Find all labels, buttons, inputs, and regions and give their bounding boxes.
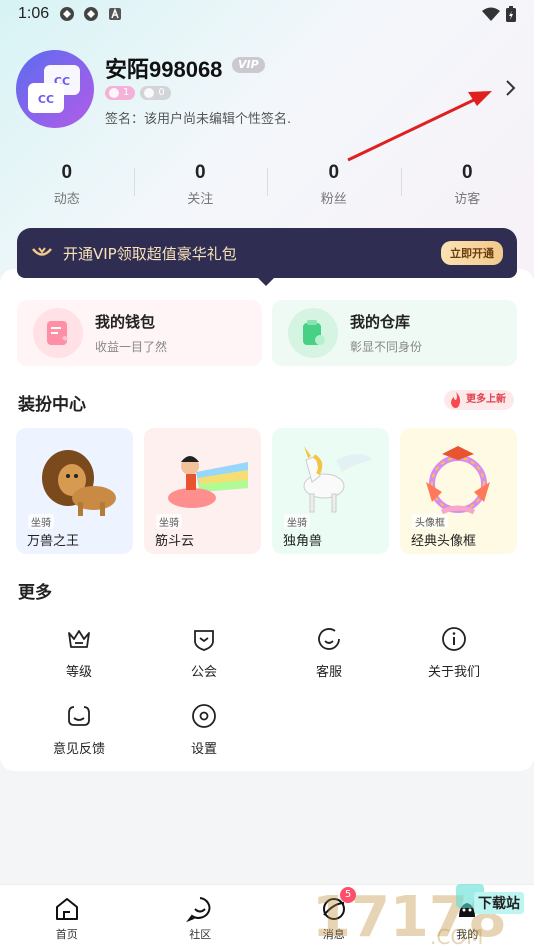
warehouse-subtitle: 彰显不同身份 — [350, 340, 423, 354]
grid-label: 等级 — [65, 665, 92, 680]
wifi-icon — [482, 7, 500, 21]
decoration-type: 头像框 — [412, 514, 448, 529]
charm-level-value: 0 — [158, 87, 165, 98]
grid-item-guild[interactable]: 公会 — [154, 625, 254, 680]
svg-text:CC: CC — [38, 93, 54, 106]
nav-label: 社区 — [189, 928, 212, 941]
fire-icon — [451, 392, 461, 408]
decoration-name: 独角兽 — [283, 534, 323, 549]
watermark-logo: 17178 .COM — [312, 884, 507, 950]
decoration-item-avatar-frame[interactable]: 头像框 经典头像框 — [400, 428, 517, 554]
nav-label: 首页 — [55, 928, 78, 941]
warehouse-title: 我的仓库 — [350, 313, 411, 331]
charm-level-badge: 0 — [140, 86, 171, 100]
battery-icon — [506, 6, 516, 22]
decoration-item-unicorn[interactable]: 坐骑 独角兽 — [272, 428, 389, 554]
app-notification-icon-2 — [84, 7, 99, 21]
stat-value: 0 — [61, 162, 73, 183]
more-new-label: 更多上新 — [466, 394, 506, 405]
stat-visitors[interactable]: 0 访客 — [400, 162, 534, 207]
feedback-icon — [68, 706, 90, 726]
settings-icon — [192, 704, 216, 728]
decoration-type: 坐骑 — [284, 514, 310, 529]
nav-item-community[interactable]: 社区 — [134, 885, 268, 950]
chevron-right-icon[interactable] — [500, 78, 520, 98]
decoration-item-cloud[interactable]: 坐骑 筋斗云 — [144, 428, 261, 554]
grid-item-feedback[interactable]: 意见反馈 — [29, 702, 129, 757]
wallet-icon — [47, 321, 68, 345]
headset-icon — [318, 628, 340, 650]
grid-label: 设置 — [190, 742, 217, 757]
wealth-level-value: 1 — [123, 87, 130, 98]
warehouse-icon — [303, 320, 325, 345]
wallet-icon-wrap — [33, 308, 83, 358]
signature: 签名：该用户尚未编辑个性签名. — [105, 112, 292, 127]
unicorn-mount-image — [303, 446, 372, 513]
grid-label: 意见反馈 — [52, 742, 105, 757]
home-icon — [55, 898, 78, 920]
grid-item-level[interactable]: 等级 — [29, 625, 129, 680]
more-section-title: 更多 — [18, 583, 52, 603]
nav-item-home[interactable]: 首页 — [0, 885, 134, 950]
grid-item-about-us[interactable]: 关于我们 — [404, 625, 504, 680]
decoration-item-lion[interactable]: 坐骑 万兽之王 — [16, 428, 133, 554]
stat-value: 0 — [194, 162, 206, 183]
avatar[interactable]: CC CC — [16, 50, 94, 128]
chat-bubbles-avatar-icon: CC CC — [28, 65, 80, 113]
stats-row: 0 动态 0 关注 0 粉丝 0 访客 — [0, 162, 534, 207]
stat-posts[interactable]: 0 动态 — [0, 162, 134, 207]
decoration-type: 坐骑 — [28, 514, 54, 529]
stat-following[interactable]: 0 关注 — [133, 162, 268, 207]
decoration-name: 筋斗云 — [155, 534, 195, 549]
more-new-button[interactable]: 更多上新 — [444, 390, 514, 410]
vip-crown-icon — [32, 247, 52, 256]
cloud-mount-image — [168, 456, 248, 508]
grid-item-settings[interactable]: 设置 — [154, 702, 254, 757]
vip-banner-notch — [258, 278, 274, 286]
grid-label: 关于我们 — [427, 665, 480, 680]
decoration-center-title: 装扮中心 — [18, 395, 86, 415]
warehouse-card[interactable]: 我的仓库 彰显不同身份 — [272, 300, 517, 366]
decoration-type: 坐骑 — [156, 514, 182, 529]
stat-followers[interactable]: 0 粉丝 — [267, 162, 401, 207]
shield-icon — [194, 630, 214, 651]
community-icon — [186, 897, 211, 923]
decoration-name: 经典头像框 — [411, 534, 477, 549]
stat-label: 动态 — [53, 192, 80, 207]
open-vip-button[interactable]: 立即开通 — [441, 241, 503, 265]
stat-value: 0 — [328, 162, 340, 183]
decoration-name: 万兽之王 — [27, 534, 80, 549]
watermark-text: 下载站 — [474, 892, 524, 914]
vip-badge: VIP — [232, 57, 265, 73]
avatar-frame-image — [426, 446, 490, 515]
font-notification-icon — [109, 7, 122, 20]
grid-label: 客服 — [315, 665, 342, 680]
grid-label: 公会 — [190, 665, 217, 680]
info-icon — [442, 627, 466, 651]
stat-label: 访客 — [454, 192, 481, 207]
vip-banner-text: 开通VIP领取超值豪华礼包 — [63, 244, 237, 263]
wallet-subtitle: 收益一目了然 — [95, 340, 168, 354]
stat-value: 0 — [461, 162, 473, 183]
lion-mount-image — [42, 450, 116, 516]
warehouse-icon-wrap — [288, 308, 338, 358]
wallet-title: 我的钱包 — [95, 313, 156, 331]
wealth-level-badge: 1 — [105, 86, 136, 100]
stat-label: 关注 — [187, 192, 214, 207]
status-bar: 1:06 — [0, 0, 534, 28]
grid-item-customer-service[interactable]: 客服 — [279, 625, 379, 680]
level-badges: 1 0 — [105, 86, 171, 100]
crown-icon — [68, 630, 90, 648]
vip-banner[interactable]: 开通VIP领取超值豪华礼包 立即开通 — [17, 228, 517, 278]
wallet-card[interactable]: 我的钱包 收益一目了然 — [17, 300, 262, 366]
stat-label: 粉丝 — [320, 192, 347, 207]
svg-text:.COM: .COM — [430, 925, 483, 949]
username: 安陌998068 — [105, 57, 223, 82]
app-notification-icon — [60, 7, 75, 21]
status-time: 1:06 — [18, 5, 50, 22]
